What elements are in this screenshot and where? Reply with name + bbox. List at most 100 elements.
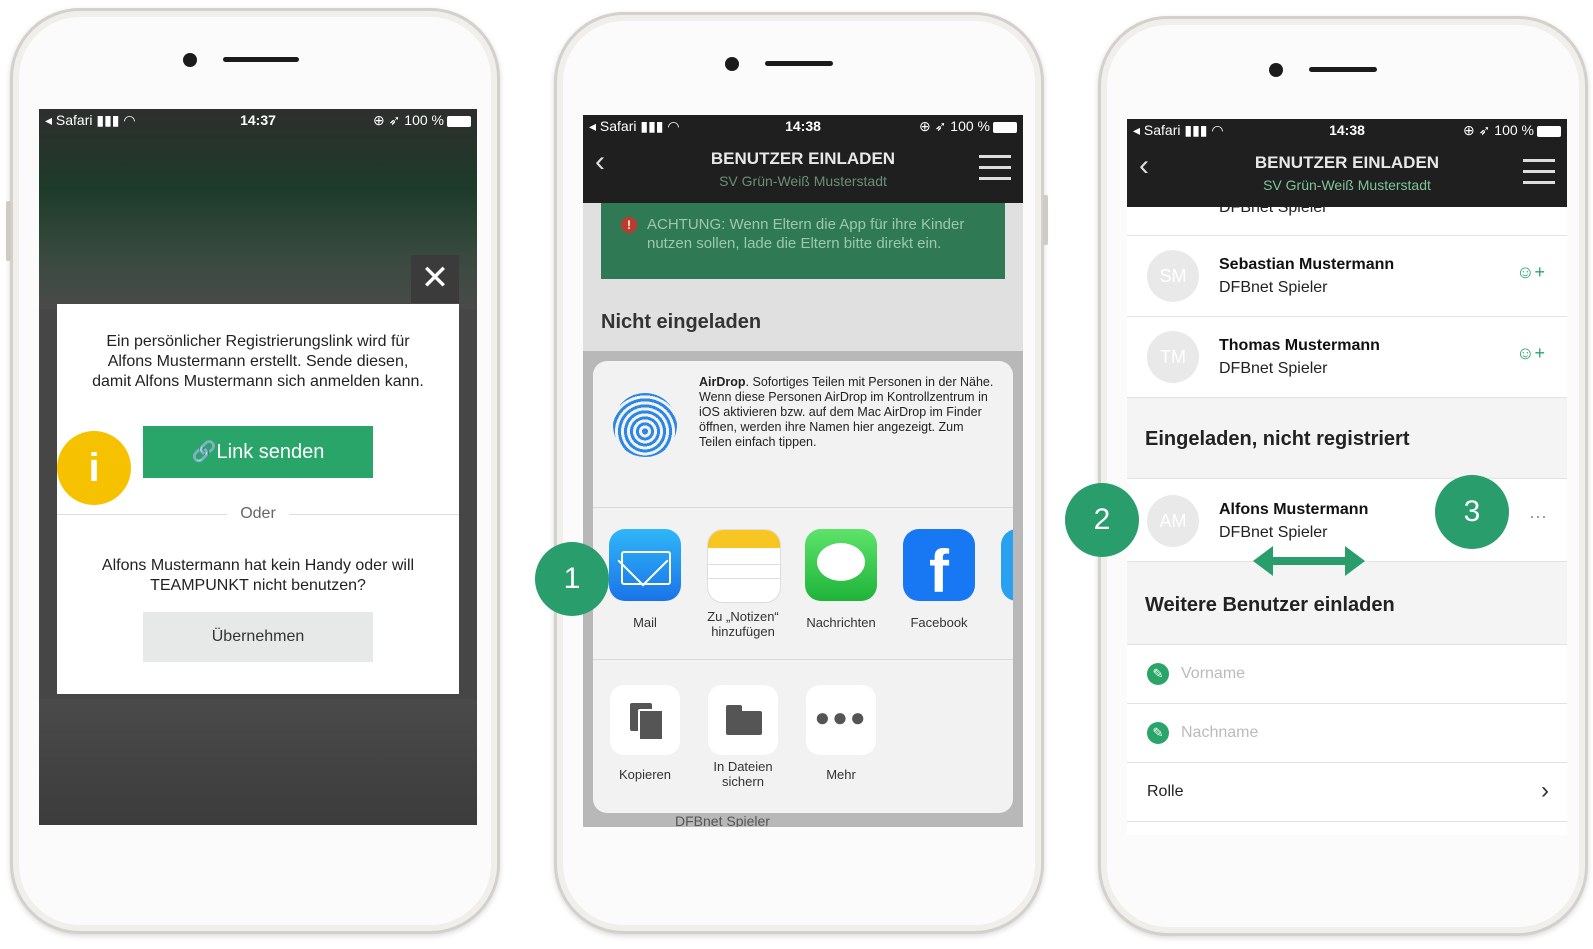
power-button	[1043, 195, 1048, 245]
more-icon: ●●●	[806, 685, 876, 755]
menu-button[interactable]	[1523, 159, 1555, 192]
invite-user-icon[interactable]: ☺+	[1516, 262, 1545, 283]
edit-icon: ✎	[1147, 663, 1169, 685]
speaker	[765, 61, 833, 66]
menu-button[interactable]	[979, 155, 1011, 188]
action-more-label: Mehr	[826, 767, 856, 782]
role-label: Rolle	[1147, 783, 1184, 800]
mail-icon	[609, 529, 681, 601]
airdrop-title: AirDrop	[699, 375, 746, 389]
phone-3: ◂ Safari ▮▮▮ ◠ 14:38 ⊕ ➶ 100 % ‹ BENUTZE…	[1065, 16, 1588, 936]
camera	[1269, 63, 1283, 77]
step-badge-2: 2	[1065, 483, 1139, 557]
volume-button	[6, 201, 11, 261]
link-send-label: Link senden	[216, 441, 325, 463]
speaker	[1309, 67, 1377, 72]
warning-icon: !	[621, 217, 637, 233]
avatar: TM	[1147, 331, 1199, 383]
screen-2: ◂ Safari ▮▮▮ ◠ 14:38 ⊕ ➶ 100 % ‹ BENUTZE…	[583, 115, 1023, 827]
speaker	[223, 57, 299, 62]
share-mail-label: Mail	[633, 615, 657, 630]
share-more-app[interactable]: M	[1001, 529, 1013, 630]
action-row: Kopieren In Dateien sichern ●●● Mehr	[593, 659, 1013, 813]
share-notes-label: Zu „Notizen“ hinzufügen	[707, 609, 779, 639]
section-not-invited: Nicht eingeladen	[601, 311, 762, 333]
action-copy[interactable]: Kopieren	[609, 685, 681, 782]
person-role: DFBnet Spieler	[1219, 279, 1328, 296]
status-battery: ⊕ ➶ 100 %	[373, 112, 471, 129]
status-bar: ◂ Safari ▮▮▮ ◠ 14:38 ⊕ ➶ 100 %	[1127, 119, 1567, 143]
link-icon: 🔗	[191, 441, 217, 463]
share-messages[interactable]: Nachrichten	[805, 529, 877, 630]
folder-icon	[708, 685, 778, 755]
share-notes[interactable]: Zu „Notizen“ hinzufügen	[707, 529, 781, 639]
club-subtitle: SV Grün-Weiß Musterstadt	[1263, 177, 1431, 193]
airdrop-icon	[613, 393, 677, 457]
person-role: DFBnet Spieler	[1219, 524, 1328, 541]
close-button[interactable]: ✕	[411, 255, 459, 303]
list-item: TM Thomas Mustermann DFBnet Spieler ☺+	[1127, 317, 1567, 398]
close-icon: ✕	[420, 259, 450, 297]
apply-button[interactable]: Übernehmen	[143, 612, 373, 662]
info-badge: i	[57, 431, 131, 505]
share-messages-label: Nachrichten	[806, 615, 876, 630]
section-invited: Eingeladen, nicht registriert	[1145, 428, 1410, 450]
lastname-field[interactable]: ✎ Nachname	[1127, 704, 1567, 763]
person-name: Alfons Mustermann	[1219, 501, 1369, 518]
airdrop-section[interactable]: AirDrop. Sofortiges Teilen mit Personen …	[593, 361, 1013, 508]
more-app-icon	[1001, 529, 1013, 601]
dialog-text: Ein persönlicher Registrierungslink wird…	[92, 333, 424, 390]
warning-text: ACHTUNG: Wenn Eltern die App für ihre Ki…	[647, 216, 965, 252]
firstname-placeholder: Vorname	[1181, 665, 1246, 682]
section-more-users: Weitere Benutzer einladen	[1145, 594, 1395, 616]
copy-icon	[610, 685, 680, 755]
chevron-right-icon: ›	[1541, 777, 1549, 804]
link-send-button[interactable]: 🔗Link senden	[143, 426, 373, 478]
status-battery: ⊕ ➶ 100 %	[1463, 122, 1561, 139]
peek-row: DFBnet Spieler	[675, 813, 770, 827]
camera	[183, 53, 197, 67]
warning-box: ! ACHTUNG: Wenn Eltern die App für ihre …	[601, 203, 1005, 279]
person-role: DFBnet Spieler	[1219, 360, 1328, 377]
share-facebook-label: Facebook	[910, 615, 968, 630]
share-sheet: AirDrop. Sofortiges Teilen mit Personen …	[593, 361, 1013, 813]
nav-bar: ◂ Safari ▮▮▮ ◠ 14:38 ⊕ ➶ 100 % ‹ BENUTZE…	[583, 115, 1023, 203]
or-label: Oder	[240, 505, 276, 522]
no-phone-text: Alfons Mustermann hat kein Handy oder wi…	[101, 557, 415, 594]
invite-dialog: Ein persönlicher Registrierungslink wird…	[57, 304, 459, 694]
role-select[interactable]: Rolle ›	[1127, 763, 1567, 822]
camera	[725, 57, 739, 71]
action-more[interactable]: ●●● Mehr	[805, 685, 877, 782]
swipe-arrow-icon	[1253, 546, 1365, 576]
action-save-files-label: In Dateien sichern	[713, 759, 773, 789]
avatar: SM	[1147, 250, 1199, 302]
list-item: SM Sebastian Mustermann DFBnet Spieler ☺…	[1127, 236, 1567, 317]
status-bar: ◂ Safari ▮▮▮ ◠ 14:38 ⊕ ➶ 100 %	[583, 115, 1023, 139]
person-name: Sebastian Mustermann	[1219, 256, 1395, 273]
firstname-field[interactable]: ✎ Vorname	[1127, 645, 1567, 704]
screen-3: ◂ Safari ▮▮▮ ◠ 14:38 ⊕ ➶ 100 % ‹ BENUTZE…	[1127, 119, 1567, 835]
action-copy-label: Kopieren	[618, 767, 672, 782]
phone-1: ◂ Safari ▮▮▮ ◠ 14:37 ⊕ ➶ 100 % ✕ Ein per…	[6, 8, 500, 934]
messages-icon	[805, 529, 877, 601]
edit-icon: ✎	[1147, 722, 1169, 744]
page-title: BENUTZER EINLADEN	[710, 149, 896, 168]
action-save-files[interactable]: In Dateien sichern	[707, 685, 779, 789]
nav-bar: ◂ Safari ▮▮▮ ◠ 14:38 ⊕ ➶ 100 % ‹ BENUTZE…	[1127, 119, 1567, 207]
facebook-icon: f	[903, 529, 975, 601]
app-row: Mail Zu „Notizen“ hinzufügen Nachrichten	[593, 507, 1013, 660]
avatar: AM	[1147, 495, 1199, 547]
step-badge-3: 3	[1435, 475, 1509, 549]
invite-user-icon[interactable]: ☺+	[1516, 343, 1545, 364]
blurred-backdrop-lower	[39, 699, 477, 825]
step-badge-1: 1	[535, 542, 609, 616]
person-name: Thomas Mustermann	[1219, 337, 1380, 354]
share-mail[interactable]: Mail	[609, 529, 681, 630]
club-subtitle: SV Grün-Weiß Musterstadt	[719, 173, 887, 189]
lastname-placeholder: Nachname	[1181, 724, 1259, 741]
section-invited-wrap: Eingeladen, nicht registriert	[1127, 398, 1567, 479]
phone-2: ◂ Safari ▮▮▮ ◠ 14:38 ⊕ ➶ 100 % ‹ BENUTZE…	[535, 12, 1048, 934]
airdrop-text: AirDrop. Sofortiges Teilen mit Personen …	[699, 375, 995, 450]
share-facebook[interactable]: f Facebook	[903, 529, 975, 630]
more-options-button[interactable]: ⋯	[1529, 507, 1547, 528]
